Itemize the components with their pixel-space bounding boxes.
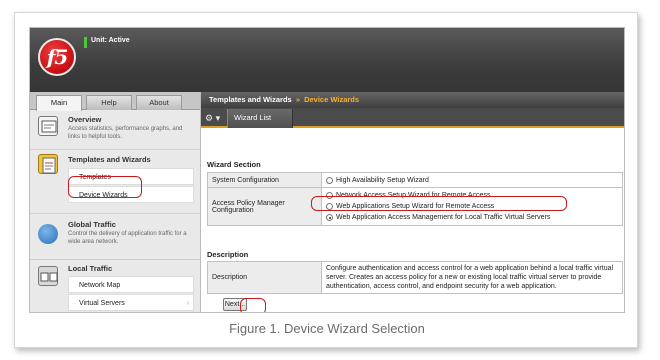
nav-section-local-traffic: Local Traffic Network Map Virtual Server… — [30, 260, 200, 312]
unit-status: Unit: Active — [91, 37, 130, 44]
clipboard-icon — [38, 154, 58, 174]
system-config-options: High Availability Setup Wizard — [321, 172, 623, 188]
templates-title[interactable]: Templates and Wizards — [68, 155, 151, 164]
radio-option[interactable]: High Availability Setup Wizard — [326, 175, 622, 186]
status-indicator — [84, 37, 87, 48]
left-tabs: Main Help About — [30, 92, 200, 111]
breadcrumb: Templates and Wizards » Device Wizards — [201, 92, 624, 108]
sidebar-item-templates[interactable]: Templates — [68, 168, 194, 185]
chevron-right-icon: › — [186, 300, 189, 307]
local-traffic-title[interactable]: Local Traffic — [68, 264, 112, 273]
f5-logo: f5 — [38, 38, 76, 76]
radio-button[interactable] — [326, 192, 333, 199]
sidebar-item-virtual-servers[interactable]: Virtual Servers › — [68, 294, 194, 311]
nav-section-templates: Templates and Wizards Templates Device W… — [30, 150, 200, 214]
apm-config-options: Network Access Setup Wizard for Remote A… — [321, 187, 623, 226]
breadcrumb-current: Device Wizards — [304, 95, 360, 104]
overview-icon — [38, 116, 58, 136]
figure-caption: Figure 1. Device Wizard Selection — [229, 321, 425, 336]
wizard-section-heading: Wizard Section — [207, 160, 261, 169]
radio-button-selected[interactable] — [326, 214, 333, 221]
screenshot: f5 Unit: Active Main Help About Overview… — [29, 27, 625, 313]
sidebar-item-network-map[interactable]: Network Map — [68, 276, 194, 293]
system-config-label: System Configuration — [207, 172, 322, 188]
radio-button[interactable] — [326, 176, 333, 184]
left-navigation: Main Help About Overview Access statisti… — [30, 92, 200, 312]
global-traffic-title[interactable]: Global Traffic — [68, 220, 116, 229]
virtual-servers-label: Virtual Servers — [79, 300, 125, 307]
description-text: Configure authentication and access cont… — [321, 261, 623, 294]
tab-about[interactable]: About — [136, 95, 182, 110]
gear-icon[interactable]: ⚙ ▾ — [205, 110, 225, 126]
radio-button[interactable] — [326, 203, 333, 210]
wizard-table: System Configuration High Availability S… — [207, 172, 623, 226]
tab-main[interactable]: Main — [36, 95, 82, 111]
global-traffic-desc: Control the delivery of application traf… — [68, 231, 187, 245]
main-content: Templates and Wizards » Device Wizards ⚙… — [200, 92, 624, 312]
top-banner: f5 Unit: Active — [30, 28, 624, 92]
radio-option-selected[interactable]: Web Application Access Management for Lo… — [326, 212, 622, 223]
option-label[interactable]: Web Application Access Management for Lo… — [336, 212, 550, 223]
breadcrumb-separator: » — [295, 95, 300, 104]
toolbar: ⚙ ▾ Wizard List — [201, 108, 624, 128]
overview-desc: Access statistics, performance graphs, a… — [68, 126, 183, 140]
server-icon — [38, 266, 58, 286]
sidebar-item-device-wizards[interactable]: Device Wizards — [68, 186, 194, 203]
table-row: System Configuration High Availability S… — [207, 172, 623, 188]
apm-config-label: Access Policy Manager Configuration — [207, 187, 322, 226]
table-row: Description Configure authentication and… — [207, 261, 623, 294]
option-label[interactable]: High Availability Setup Wizard — [336, 175, 429, 186]
figure-frame: f5 Unit: Active Main Help About Overview… — [14, 12, 638, 348]
description-section-heading: Description — [207, 250, 249, 259]
breadcrumb-parent[interactable]: Templates and Wizards — [209, 95, 292, 104]
tab-wizard-list[interactable]: Wizard List — [227, 109, 293, 128]
nav-section-global-traffic[interactable]: Global Traffic Control the delivery of a… — [30, 214, 200, 260]
nav-section-overview[interactable]: Overview Access statistics, performance … — [30, 110, 200, 150]
radio-option[interactable]: Web Applications Setup Wizard for Remote… — [326, 201, 622, 212]
tab-help[interactable]: Help — [86, 95, 132, 110]
table-row: Access Policy Manager Configuration Netw… — [207, 187, 623, 226]
radio-option[interactable]: Network Access Setup Wizard for Remote A… — [326, 190, 622, 201]
overview-title[interactable]: Overview — [68, 115, 101, 124]
next-button[interactable]: Next... — [223, 298, 247, 311]
option-label[interactable]: Network Access Setup Wizard for Remote A… — [336, 190, 490, 201]
option-label[interactable]: Web Applications Setup Wizard for Remote… — [336, 201, 494, 212]
globe-icon — [38, 224, 58, 244]
description-table: Description Configure authentication and… — [207, 261, 623, 294]
description-label: Description — [207, 261, 322, 294]
